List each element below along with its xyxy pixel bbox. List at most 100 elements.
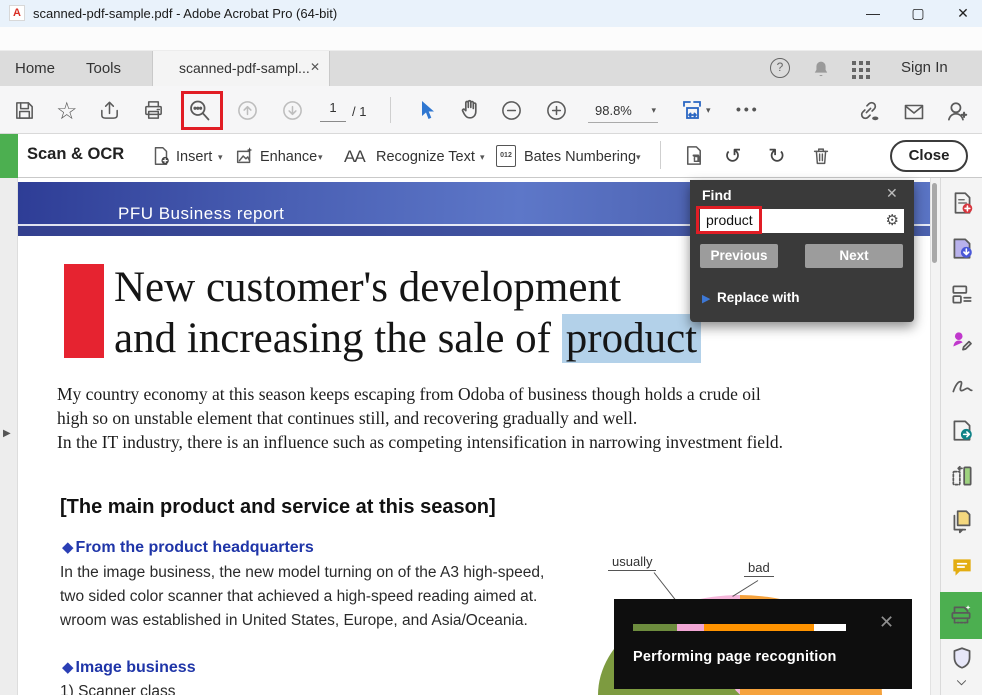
progress-bar <box>633 624 846 631</box>
find-panel: Find ✕ product ⚙ Previous Next ▶ Replace… <box>690 180 914 322</box>
tab-close-icon[interactable]: ✕ <box>310 60 320 74</box>
enhance-scan-icon[interactable] <box>234 145 256 167</box>
insert-dropdown[interactable]: Insert <box>176 149 212 165</box>
subsection1-line: wroom was established in United States, … <box>60 612 528 630</box>
chevron-down-icon: ▾ <box>651 105 656 116</box>
zoom-out-icon[interactable] <box>500 99 523 122</box>
page-number-input[interactable]: 1 <box>320 100 346 122</box>
account-share-icon[interactable] <box>944 98 970 124</box>
star-favorites-icon[interactable]: ☆ <box>56 97 78 126</box>
replace-expand-arrow-icon[interactable]: ▶ <box>702 292 710 305</box>
email-icon[interactable] <box>902 100 926 124</box>
bates-numbering-dropdown[interactable]: Bates Numbering <box>524 149 636 165</box>
send-for-comments-icon[interactable] <box>949 417 975 443</box>
zoom-level-dropdown[interactable]: 98.8% ▾ <box>588 99 658 123</box>
save-icon[interactable] <box>13 99 36 122</box>
minimize-button[interactable]: — <box>858 2 888 24</box>
section-heading: [The main product and service at this se… <box>60 496 496 519</box>
chevron-down-icon[interactable]: ▾ <box>706 105 711 116</box>
protect-pdf-icon[interactable] <box>949 645 975 671</box>
toast-close-icon[interactable]: ✕ <box>879 612 894 633</box>
search-hit-highlight: product <box>562 314 701 363</box>
diamond-bullet-icon: ◆ <box>62 659 74 676</box>
rotate-clockwise-icon[interactable]: ↻ <box>768 144 786 169</box>
expand-left-panel-handle[interactable]: ▶ <box>3 428 11 439</box>
subsection2-line: 1) Scanner class <box>60 683 175 695</box>
zoom-level-value: 98.8% <box>595 103 632 118</box>
find-previous-button[interactable]: Previous <box>700 244 778 268</box>
share-upload-icon[interactable] <box>98 99 121 122</box>
ocr-progress-toast: ✕ Performing page recognition <box>614 599 912 689</box>
more-tools-chevron-icon[interactable] <box>953 676 970 690</box>
help-icon[interactable]: ? <box>770 58 790 78</box>
request-signatures-icon[interactable] <box>949 327 975 353</box>
enhance-dropdown[interactable]: Enhance <box>260 149 317 165</box>
select-pointer-tool-icon[interactable] <box>415 97 439 123</box>
rotate-counterclockwise-icon[interactable]: ↺ <box>724 144 742 169</box>
more-tools-icon[interactable]: ••• <box>736 101 760 117</box>
scan-and-ocr-active-tool[interactable] <box>940 592 982 639</box>
pie-label-bad: bad <box>744 560 774 577</box>
progress-segment <box>814 624 846 631</box>
find-next-button[interactable]: Next <box>805 244 903 268</box>
next-page-icon[interactable] <box>281 99 304 122</box>
pie-leader-line <box>654 572 677 601</box>
zoom-in-icon[interactable] <box>545 99 568 122</box>
fit-width-icon[interactable] <box>680 97 704 123</box>
recognize-text-dropdown[interactable]: Recognize Text <box>376 149 475 165</box>
chevron-down-icon[interactable]: ▾ <box>218 152 223 163</box>
tab-document[interactable]: scanned-pdf-sampl... ✕ <box>152 51 330 86</box>
notifications-bell-icon[interactable] <box>810 58 832 80</box>
scrollbar-thumb[interactable] <box>932 183 937 263</box>
find-panel-title: Find <box>702 187 732 203</box>
replace-with-toggle[interactable]: Replace with <box>717 290 800 305</box>
find-options-gear-icon[interactable]: ⚙ <box>886 211 899 229</box>
apps-grid-icon[interactable] <box>852 61 856 65</box>
ocr-toolbar-divider <box>660 141 661 169</box>
fill-and-sign-icon[interactable] <box>949 372 975 398</box>
window-title: scanned-pdf-sample.pdf - Adobe Acrobat P… <box>33 6 337 21</box>
combine-files-icon[interactable] <box>949 508 975 534</box>
headline-red-bar <box>64 264 104 358</box>
menu-bar: File Edit View E-Sign Window Help <box>0 27 982 51</box>
edit-pdf-icon[interactable] <box>949 281 975 307</box>
create-pdf-icon[interactable] <box>949 190 975 216</box>
annotation-box-find-query <box>696 206 762 234</box>
hand-pan-tool-icon[interactable] <box>458 97 483 122</box>
tab-home[interactable]: Home <box>15 60 55 77</box>
previous-page-icon[interactable] <box>236 99 259 122</box>
find-close-icon[interactable]: ✕ <box>886 185 898 202</box>
subsection1-line: In the image business, the new model tur… <box>60 564 544 582</box>
close-window-button[interactable]: ✕ <box>948 2 978 24</box>
subsection1-line: two sided color scanner that achieved a … <box>60 588 537 606</box>
maximize-button[interactable]: ▢ <box>903 2 933 24</box>
chevron-down-icon[interactable]: ▾ <box>318 152 323 163</box>
sign-in-button[interactable]: Sign In <box>901 59 948 76</box>
crop-pages-icon[interactable] <box>682 144 705 167</box>
diamond-bullet-icon: ◆ <box>62 539 74 556</box>
export-pdf-icon[interactable] <box>949 235 975 261</box>
insert-pages-icon[interactable] <box>150 145 172 167</box>
document-tab-label: scanned-pdf-sampl... <box>179 60 310 76</box>
ocr-active-strip <box>0 134 18 178</box>
progress-segment <box>704 624 814 631</box>
tab-tools[interactable]: Tools <box>86 60 121 77</box>
subsection1-title: ◆From the product headquarters <box>62 538 314 557</box>
chevron-down-icon[interactable]: ▾ <box>480 152 485 163</box>
headline-line2: and increasing the sale of <box>114 315 562 362</box>
progress-segment <box>677 624 704 631</box>
pie-label-usually: usually <box>608 554 656 571</box>
banner-title: PFU Business report <box>118 204 284 224</box>
share-link-icon[interactable] <box>856 98 881 123</box>
subsection2-title: ◆Image business <box>62 658 196 677</box>
delete-pages-icon[interactable] <box>810 145 832 167</box>
ocr-toolbar-title: Scan & OCR <box>27 145 124 164</box>
paragraph-line: My country economy at this season keeps … <box>57 384 761 405</box>
tab-bar <box>0 51 982 86</box>
comment-icon[interactable] <box>949 554 975 580</box>
close-ocr-button[interactable]: Close <box>890 140 968 172</box>
chevron-down-icon[interactable]: ▾ <box>636 152 641 163</box>
annotation-box-search-icon <box>181 91 223 130</box>
organize-pages-icon[interactable] <box>949 463 975 489</box>
print-icon[interactable] <box>142 99 165 122</box>
